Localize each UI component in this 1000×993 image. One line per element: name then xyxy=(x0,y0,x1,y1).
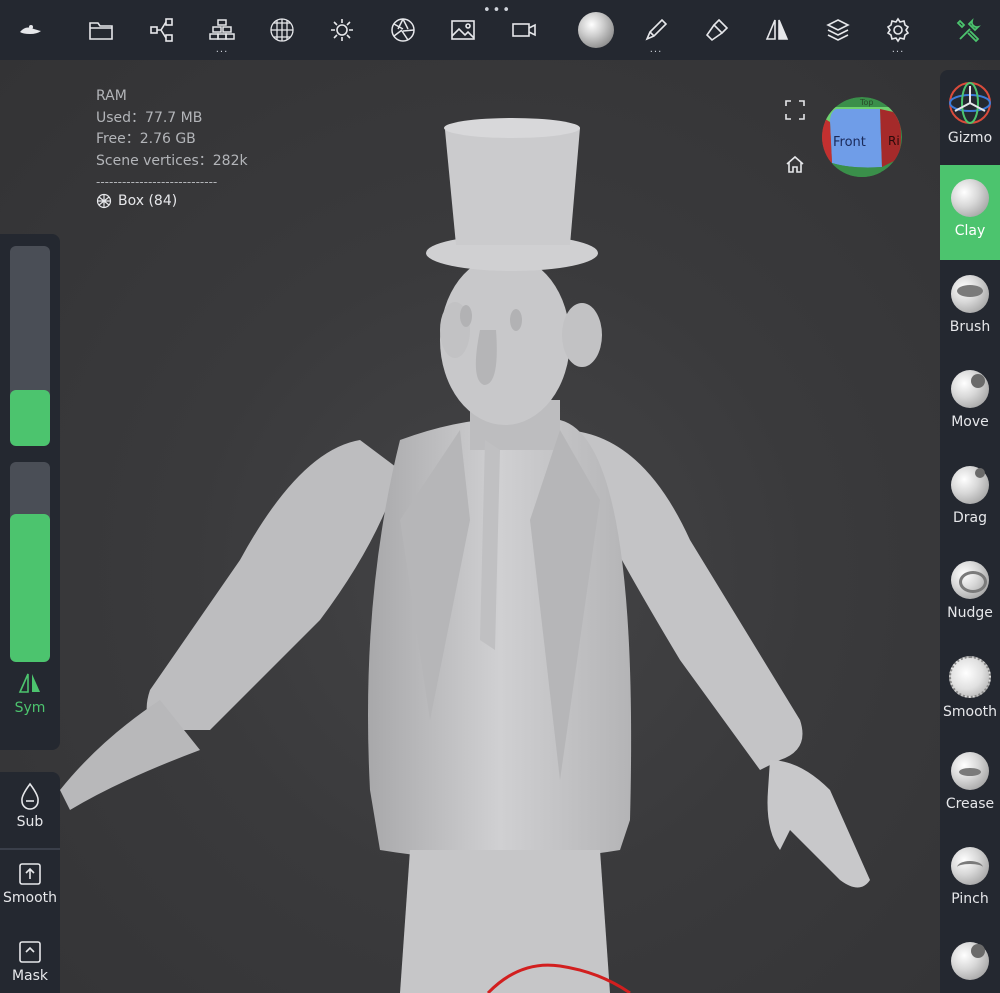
tool-label: Clay xyxy=(954,223,986,239)
sym-toggle[interactable]: Sym xyxy=(0,672,60,716)
tool-label: Pinch xyxy=(951,891,989,907)
object-line[interactable]: Box (84) xyxy=(96,193,177,209)
mask-button[interactable]: Mask xyxy=(0,940,60,984)
sun-icon[interactable] xyxy=(320,8,364,52)
settings-more-dots: ... xyxy=(891,44,905,55)
ram-free: Free：2.76 GB xyxy=(96,131,196,147)
gear-icon[interactable]: ... xyxy=(876,8,920,55)
object-name: Box (84) xyxy=(118,193,178,209)
grid-sphere-icon[interactable] xyxy=(260,8,304,52)
view-cube-top-label: Top xyxy=(860,98,874,107)
tool-label: Drag xyxy=(952,510,987,526)
tool-label: Crease xyxy=(945,796,995,812)
view-cube-front-label: Front xyxy=(833,135,866,150)
tool-move[interactable]: Move xyxy=(940,356,1000,451)
upload-box-icon xyxy=(19,863,41,885)
stack-icon[interactable] xyxy=(816,8,860,52)
folder-icon[interactable] xyxy=(79,8,123,52)
intensity-slider[interactable] xyxy=(10,462,50,662)
pen-icon[interactable]: ... xyxy=(634,8,678,55)
smooth-button[interactable]: Smooth xyxy=(0,862,60,906)
tool-label: Smooth xyxy=(942,704,998,720)
tool-label: Move xyxy=(951,414,989,430)
tool-label: Brush xyxy=(949,319,991,335)
sym-label: Sym xyxy=(14,700,46,716)
move-icon xyxy=(951,370,989,408)
tool-smooth[interactable]: Smooth xyxy=(940,642,1000,737)
drop-icon xyxy=(21,782,39,810)
pen-more-dots: ... xyxy=(649,44,663,55)
app-logo-icon[interactable] xyxy=(8,8,52,52)
more-options-dots: ... xyxy=(215,44,229,55)
tool-nudge[interactable]: Nudge xyxy=(940,547,1000,642)
tool-label: Nudge xyxy=(947,605,993,621)
tools-divider xyxy=(0,848,60,850)
ram-label: RAM xyxy=(96,88,127,104)
ram-used: Used：77.7 MB xyxy=(96,109,203,126)
smooth-icon xyxy=(949,656,991,698)
gizmo-icon xyxy=(949,82,991,124)
frame-focus-icon[interactable] xyxy=(785,100,805,124)
tool-crease[interactable]: Crease xyxy=(940,738,1000,833)
share-nodes-icon[interactable] xyxy=(140,8,184,52)
mask-label: Mask xyxy=(11,968,49,984)
pinch-icon xyxy=(951,847,989,885)
top-toolbar: ... ••• ... ... xyxy=(0,0,1000,60)
tool-label: Gizmo xyxy=(947,130,993,146)
crease-icon xyxy=(951,752,989,790)
view-cube-right-label: Ri xyxy=(888,134,900,148)
scene-vertices: Scene vertices：282k xyxy=(96,152,248,169)
drag-icon xyxy=(951,466,989,504)
image-icon[interactable] xyxy=(441,8,485,52)
left-tools-panel: Sub Smooth Mask xyxy=(0,772,60,993)
tools-icon[interactable] xyxy=(947,8,991,52)
sub-button[interactable]: Sub xyxy=(0,782,60,830)
symmetry-icon xyxy=(18,673,40,693)
material-sphere-icon[interactable] xyxy=(574,8,618,52)
tool-brush[interactable]: Brush xyxy=(940,261,1000,356)
tool-drag[interactable]: Drag xyxy=(940,452,1000,547)
stats-separator: ---------------------------- xyxy=(96,175,218,189)
caret-box-icon xyxy=(19,941,41,963)
sub-label: Sub xyxy=(16,814,44,830)
next-tool-icon xyxy=(951,942,989,980)
symmetry-icon[interactable] xyxy=(755,8,799,52)
right-tools-panel: Gizmo Clay Brush Move Drag Nudge Smooth … xyxy=(940,70,1000,993)
paint-brush-icon[interactable] xyxy=(695,8,739,52)
intensity-slider-fill xyxy=(10,514,50,662)
scene-stats: RAM Used：77.7 MB Free：2.76 GB Scene vert… xyxy=(96,86,248,194)
mesh-icon xyxy=(96,193,112,209)
layers-stack-icon[interactable]: ... xyxy=(200,8,244,55)
tool-gizmo[interactable]: Gizmo xyxy=(940,70,1000,165)
home-icon[interactable] xyxy=(785,154,805,178)
radius-slider-fill xyxy=(10,390,50,446)
clay-brush-icon xyxy=(951,179,989,217)
smooth-label: Smooth xyxy=(2,890,58,906)
tool-next[interactable] xyxy=(940,928,1000,993)
nudge-icon xyxy=(951,561,989,599)
tool-clay[interactable]: Clay xyxy=(940,165,1000,260)
aperture-icon[interactable] xyxy=(381,8,425,52)
brush-icon xyxy=(951,275,989,313)
more-menu-dots[interactable]: ••• xyxy=(483,3,512,18)
view-cube[interactable]: Front Ri Top xyxy=(822,97,902,177)
radius-slider[interactable] xyxy=(10,246,50,446)
tool-pinch[interactable]: Pinch xyxy=(940,833,1000,928)
